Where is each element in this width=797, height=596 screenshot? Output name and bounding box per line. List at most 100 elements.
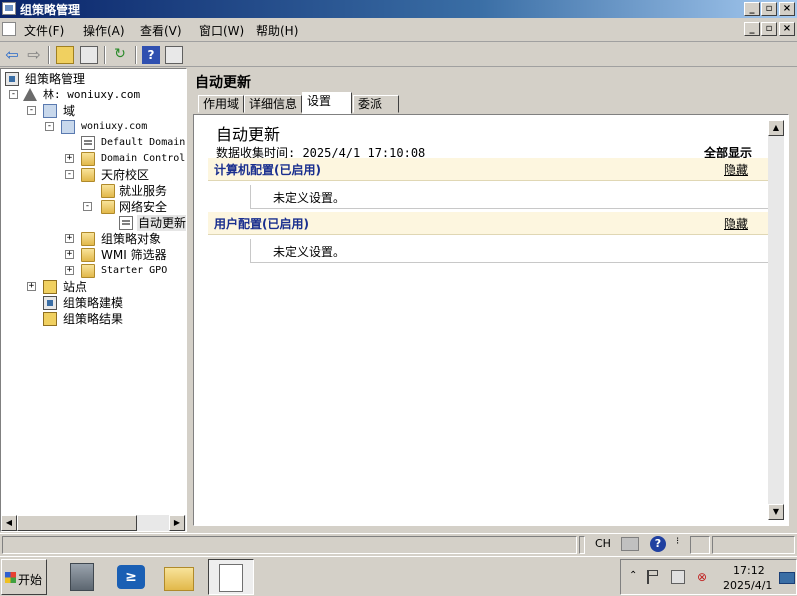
- clock-date[interactable]: 2025/4/1: [723, 579, 772, 592]
- tree-default-domain-policy[interactable]: Default Domain: [81, 135, 186, 151]
- help-icon[interactable]: ?: [142, 46, 160, 64]
- section-body: 未定义设置。: [250, 239, 768, 263]
- menu-action[interactable]: 操作(A): [83, 22, 125, 39]
- section-computer-config[interactable]: 计算机配置(已启用) 隐藏: [208, 158, 768, 181]
- show-desktop-icon[interactable]: [779, 572, 795, 584]
- hide-link[interactable]: 隐藏: [724, 215, 748, 232]
- ime-help-icon[interactable]: ?: [650, 536, 666, 552]
- tree-domain-controllers[interactable]: + Domain Control: [65, 151, 186, 167]
- expand-toggle[interactable]: +: [65, 250, 74, 259]
- forest-icon: [23, 88, 37, 101]
- minimize-button[interactable]: _: [744, 2, 760, 16]
- taskbar: 开始 ≥ ⌃ ⊗ 17:12 2025/4/1: [0, 556, 797, 596]
- tab-delegation[interactable]: 委派: [353, 95, 399, 113]
- tree-forest[interactable]: - 林: woniuxy.com: [9, 87, 184, 103]
- tree-wmi-filters[interactable]: + WMI 筛选器: [65, 247, 186, 263]
- hide-link[interactable]: 隐藏: [724, 161, 748, 178]
- start-label: 开始: [18, 573, 43, 587]
- section-user-config[interactable]: 用户配置(已启用) 隐藏: [208, 212, 768, 235]
- collapse-toggle[interactable]: -: [65, 170, 74, 179]
- collapse-toggle[interactable]: -: [83, 202, 92, 211]
- section-body: 未定义设置。: [250, 185, 768, 209]
- status-pane: [579, 536, 585, 554]
- tab-scope[interactable]: 作用域: [198, 95, 245, 113]
- expand-toggle[interactable]: +: [65, 154, 74, 163]
- close-button[interactable]: ×: [779, 2, 795, 16]
- starter-folder-icon: [81, 264, 95, 278]
- mdi-icon[interactable]: [2, 22, 16, 36]
- menu-help[interactable]: 帮助(H): [256, 22, 298, 39]
- keyboard-icon[interactable]: [621, 537, 639, 551]
- gpo-link-icon: [119, 216, 133, 230]
- taskbar-server-manager[interactable]: [62, 559, 104, 595]
- domains-icon: [43, 104, 57, 118]
- action-center-flag-icon[interactable]: [647, 570, 661, 584]
- action-pane-icon[interactable]: [165, 46, 183, 64]
- gpo-folder-icon: [81, 232, 95, 246]
- tree-domains[interactable]: - 域: [27, 103, 182, 119]
- child-restore-button[interactable]: ▫: [761, 22, 777, 36]
- toolbar-separator: [104, 46, 106, 64]
- menu-view[interactable]: 查看(V): [140, 22, 182, 39]
- forward-icon[interactable]: ⇨: [25, 46, 43, 64]
- toolbar: ⇦ ⇨ ↻ ?: [0, 43, 797, 67]
- tab-settings[interactable]: 设置: [302, 92, 352, 114]
- tree-gp-results[interactable]: 组策略结果: [43, 311, 183, 327]
- menu-window[interactable]: 窗口(W): [199, 22, 244, 39]
- taskbar-explorer[interactable]: [158, 559, 200, 595]
- tree-gpo-autoupdate[interactable]: 自动更新: [119, 215, 186, 231]
- tab-details[interactable]: 详细信息: [244, 95, 303, 113]
- wmi-folder-icon: [81, 248, 95, 262]
- section-body-text: 未定义设置。: [273, 245, 346, 259]
- scroll-up-button[interactable]: ▲: [768, 120, 784, 136]
- child-close-button[interactable]: ×: [779, 22, 795, 36]
- collapse-toggle[interactable]: -: [9, 90, 18, 99]
- scroll-right-button[interactable]: ▶: [169, 515, 185, 531]
- taskbar-powershell[interactable]: ≥: [110, 559, 152, 595]
- scroll-left-button[interactable]: ◀: [1, 515, 17, 531]
- tree-gpo-objects[interactable]: + 组策略对象: [65, 231, 186, 247]
- show-hidden-icons-icon[interactable]: ⌃: [629, 570, 637, 581]
- scroll-thumb[interactable]: [17, 515, 137, 531]
- tree-horizontal-scrollbar[interactable]: ◀ ▶: [1, 515, 186, 531]
- menu-file[interactable]: 文件(F): [24, 22, 64, 39]
- start-button[interactable]: 开始: [1, 559, 47, 595]
- expand-toggle[interactable]: +: [27, 282, 36, 291]
- tree-gp-modeling[interactable]: 组策略建模: [43, 295, 183, 311]
- tree-ou-employment[interactable]: 就业服务: [101, 183, 186, 199]
- network-icon[interactable]: [671, 570, 685, 584]
- console-tree[interactable]: 组策略管理 - 林: woniuxy.com - 域 - woniuxy.com…: [0, 68, 187, 532]
- toolbar-separator: [48, 46, 50, 64]
- volume-muted-icon[interactable]: ⊗: [695, 570, 709, 584]
- powershell-icon: ≥: [117, 565, 145, 589]
- ime-options-icon[interactable]: ⁝: [676, 536, 679, 547]
- sites-icon: [43, 280, 57, 294]
- tree-ou-tianfu[interactable]: - 天府校区: [65, 167, 186, 183]
- tree-ou-netsec[interactable]: - 网络安全: [83, 199, 186, 215]
- taskbar-gpmc[interactable]: [208, 559, 254, 595]
- show-hide-tree-icon[interactable]: [80, 46, 98, 64]
- refresh-icon[interactable]: ↻: [111, 46, 129, 64]
- clock-time[interactable]: 17:12: [733, 564, 765, 577]
- scroll-down-button[interactable]: ▼: [768, 504, 784, 520]
- gpo-link-icon: [81, 136, 95, 150]
- language-indicator[interactable]: CH: [595, 537, 611, 550]
- child-minimize-button[interactable]: _: [744, 22, 760, 36]
- back-icon[interactable]: ⇦: [3, 46, 21, 64]
- expand-toggle[interactable]: +: [65, 266, 74, 275]
- restore-button[interactable]: ▫: [761, 2, 777, 16]
- collapse-toggle[interactable]: -: [45, 122, 54, 131]
- tree-sites[interactable]: + 站点: [27, 279, 182, 295]
- settings-report[interactable]: 自动更新 数据收集时间: 2025/4/1 17:10:08 全部显示 计算机配…: [193, 114, 789, 526]
- up-folder-icon[interactable]: [56, 46, 74, 64]
- window-titlebar[interactable]: 组策略管理 _ ▫ ×: [0, 0, 797, 18]
- ou-folder-icon: [101, 184, 115, 198]
- expand-toggle[interactable]: +: [65, 234, 74, 243]
- collapse-toggle[interactable]: -: [27, 106, 36, 115]
- ou-folder-icon: [101, 200, 115, 214]
- report-vertical-scrollbar[interactable]: ▲ ▼: [768, 120, 784, 520]
- tree-starter-gpo[interactable]: + Starter GPO: [65, 263, 186, 279]
- domain-icon: [61, 120, 75, 134]
- tree-domain[interactable]: - woniuxy.com: [45, 119, 184, 135]
- report-title: 自动更新: [216, 125, 281, 144]
